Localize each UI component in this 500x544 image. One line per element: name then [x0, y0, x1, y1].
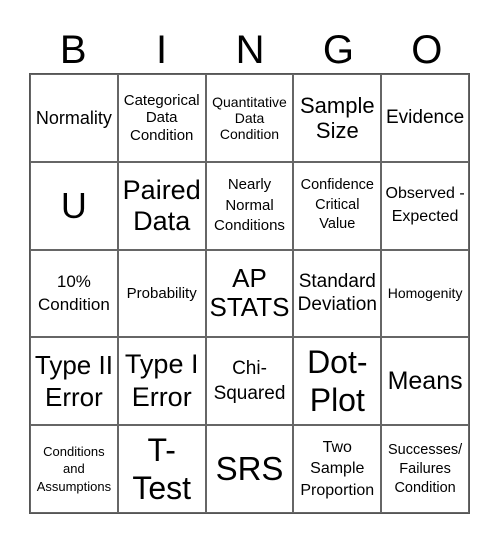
bingo-cell[interactable]: Paired Data [117, 161, 206, 250]
bingo-cell[interactable]: Type II Error [30, 337, 118, 426]
bingo-cell[interactable]: Successes/​Failures Condition [381, 425, 469, 513]
bingo-cell[interactable]: Two Sample Proportion [293, 425, 382, 513]
bingo-cell[interactable]: Normality [30, 74, 118, 162]
bingo-cell[interactable]: U [30, 161, 118, 250]
header-letter-i: I [156, 28, 168, 72]
bingo-cell[interactable]: Probability [117, 249, 206, 338]
bingo-cell[interactable]: Quantitative Data Condition [205, 74, 294, 162]
bingo-cell[interactable]: Confidence Critical Value [293, 161, 382, 250]
header-letter-n: N [235, 28, 265, 72]
bingo-cell[interactable]: Standard Deviation [293, 249, 382, 338]
bingo-cell[interactable]: Conditions and Assumptions [30, 425, 118, 513]
bingo-grid: Normality Categorical Data Condition Qua… [29, 73, 470, 514]
bingo-cell[interactable]: Type I Error [117, 337, 206, 426]
bingo-cell[interactable]: Nearly Normal Conditions [205, 161, 294, 250]
bingo-cell[interactable]: Chi-Squared [205, 337, 294, 426]
bingo-cell[interactable]: Dot-Plot [293, 337, 382, 426]
bingo-cell[interactable]: T-Test [117, 425, 206, 513]
bingo-header: B I N G O [29, 28, 471, 72]
bingo-cell[interactable]: Categorical Data Condition [117, 74, 206, 162]
bingo-cell[interactable]: 10% Condition [30, 249, 118, 338]
bingo-cell[interactable]: AP STATS [205, 249, 294, 338]
header-letter-g: G [322, 28, 354, 72]
bingo-cell[interactable]: Sample Size [293, 74, 382, 162]
bingo-cell[interactable]: Homogenity [381, 249, 469, 338]
bingo-cell[interactable]: Observed - Expected [381, 161, 469, 250]
header-letter-b: B [59, 28, 87, 72]
header-letter-o: O [411, 28, 443, 72]
bingo-cell[interactable]: SRS [205, 425, 294, 513]
bingo-cell[interactable]: Means [381, 337, 469, 426]
bingo-cell[interactable]: Evidence [381, 74, 469, 162]
